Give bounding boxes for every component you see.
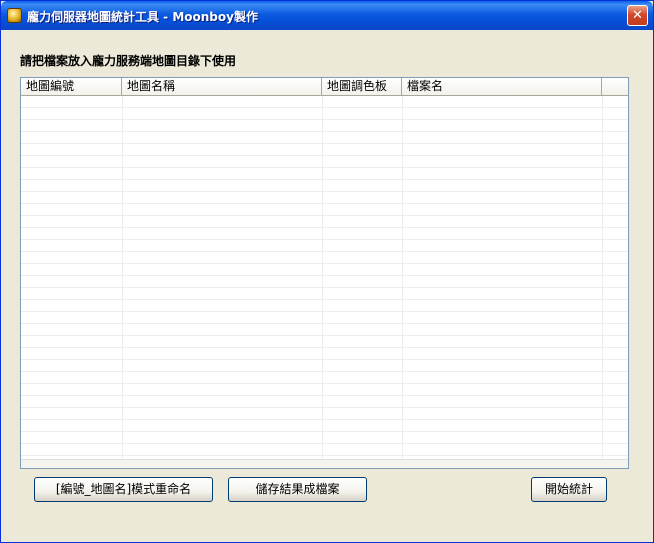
- empty-row: [21, 432, 628, 444]
- start-stats-button[interactable]: 開始統計: [531, 477, 607, 502]
- instruction-label: 請把檔案放入龐力服務端地圖目錄下使用: [20, 54, 237, 68]
- app-icon: [7, 8, 22, 23]
- column-divider: [322, 96, 323, 458]
- empty-row: [21, 264, 628, 276]
- column-divider: [402, 96, 403, 458]
- map-list-view[interactable]: 地圖編號 地圖名稱 地圖調色板 檔案名: [20, 77, 629, 469]
- empty-row: [21, 312, 628, 324]
- window-title: 龐力伺服器地圖統計工具 - Moonboy製作: [27, 10, 258, 24]
- empty-row: [21, 108, 628, 120]
- empty-row: [21, 444, 628, 456]
- empty-row: [21, 372, 628, 384]
- empty-row: [21, 396, 628, 408]
- empty-row: [21, 336, 628, 348]
- title-bar[interactable]: 龐力伺服器地圖統計工具 - Moonboy製作 ✕: [1, 1, 653, 30]
- empty-row: [21, 96, 628, 108]
- empty-row: [21, 300, 628, 312]
- horizontal-scrollbar[interactable]: [21, 459, 628, 468]
- column-header-filler: [602, 78, 628, 95]
- column-divider: [122, 96, 123, 458]
- empty-row: [21, 156, 628, 168]
- empty-row: [21, 132, 628, 144]
- list-rows: [21, 96, 628, 458]
- empty-row: [21, 252, 628, 264]
- app-window: 龐力伺服器地圖統計工具 - Moonboy製作 ✕ 請把檔案放入龐力服務端地圖目…: [0, 0, 654, 543]
- empty-row: [21, 408, 628, 420]
- empty-row: [21, 192, 628, 204]
- empty-row: [21, 144, 628, 156]
- empty-row: [21, 384, 628, 396]
- save-results-button[interactable]: 儲存結果成檔案: [228, 477, 367, 502]
- empty-row: [21, 276, 628, 288]
- column-header-map-name[interactable]: 地圖名稱: [122, 78, 322, 95]
- column-divider: [602, 96, 603, 458]
- empty-row: [21, 216, 628, 228]
- empty-row: [21, 240, 628, 252]
- empty-row: [21, 360, 628, 372]
- close-button[interactable]: ✕: [627, 5, 648, 26]
- empty-row: [21, 180, 628, 192]
- empty-row: [21, 288, 628, 300]
- column-header-map-palette[interactable]: 地圖調色板: [322, 78, 402, 95]
- empty-row: [21, 324, 628, 336]
- empty-row: [21, 168, 628, 180]
- list-header: 地圖編號 地圖名稱 地圖調色板 檔案名: [21, 78, 628, 96]
- empty-row: [21, 348, 628, 360]
- rename-button[interactable]: [編號_地圖名]模式重命名: [34, 477, 213, 502]
- empty-row: [21, 204, 628, 216]
- empty-row: [21, 120, 628, 132]
- column-header-map-id[interactable]: 地圖編號: [21, 78, 122, 95]
- column-header-file-name[interactable]: 檔案名: [402, 78, 602, 95]
- empty-row: [21, 420, 628, 432]
- empty-row: [21, 228, 628, 240]
